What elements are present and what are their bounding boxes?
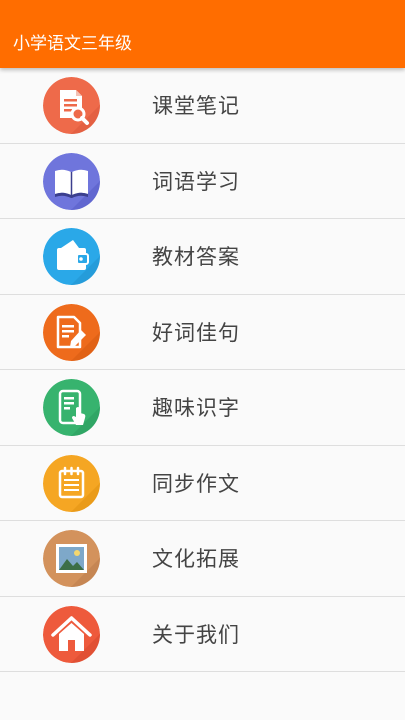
- home-icon: [43, 605, 100, 663]
- notes-search-icon: [43, 77, 100, 134]
- menu-item-label: 教材答案: [152, 245, 240, 269]
- open-book-icon: [43, 152, 100, 210]
- phone-touch-icon: [43, 379, 100, 436]
- main-menu: 课堂笔记 词语学习 教材答案 好词佳句 趣味识字 同步作文 文化拓展 关于我们: [0, 68, 405, 672]
- menu-item-label: 文化拓展: [152, 547, 240, 571]
- menu-item-sync-composition[interactable]: 同步作文: [0, 445, 405, 521]
- note-pencil-icon: [43, 303, 100, 361]
- menu-item-label: 课堂笔记: [152, 94, 240, 118]
- app-bar: 小学语文三年级: [0, 0, 405, 68]
- menu-item-label: 词语学习: [152, 169, 240, 194]
- menu-item-textbook-answers[interactable]: 教材答案: [0, 219, 405, 295]
- wallet-icon: [43, 228, 100, 285]
- picture-icon: [43, 530, 100, 587]
- menu-item-label: 同步作文: [152, 471, 240, 496]
- menu-item-class-notes[interactable]: 课堂笔记: [0, 68, 405, 144]
- menu-item-culture-expansion[interactable]: 文化拓展: [0, 521, 405, 597]
- notepad-icon: [43, 454, 100, 512]
- menu-item-fun-literacy[interactable]: 趣味识字: [0, 370, 405, 446]
- menu-item-good-sentences[interactable]: 好词佳句: [0, 294, 405, 370]
- menu-item-label: 关于我们: [152, 622, 240, 647]
- menu-item-label: 趣味识字: [152, 396, 240, 420]
- menu-item-about-us[interactable]: 关于我们: [0, 596, 405, 672]
- menu-item-label: 好词佳句: [152, 320, 240, 345]
- menu-item-vocabulary[interactable]: 词语学习: [0, 143, 405, 219]
- app-title: 小学语文三年级: [13, 34, 132, 54]
